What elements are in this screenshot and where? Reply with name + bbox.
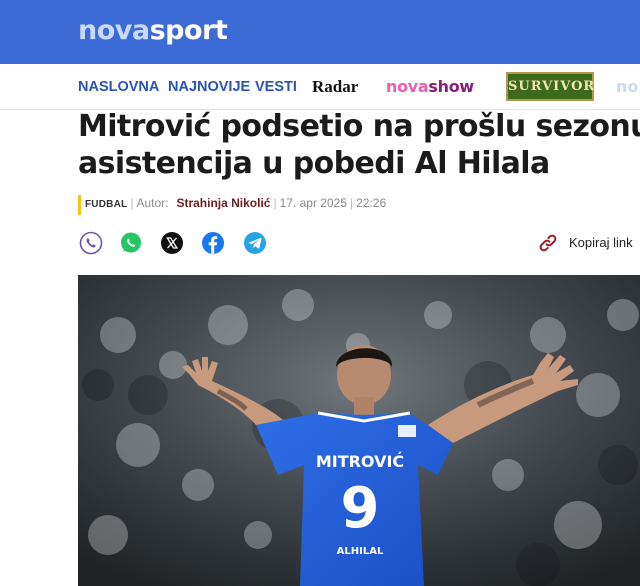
nav-item-radar[interactable]: Radar (312, 64, 358, 109)
article-headline: Mitrović podsetio na prošlu sezonu, asis… (78, 108, 640, 182)
article-meta: FUDBAL | Autor: Strahinja Nikolić | 17. apr 2… (78, 193, 387, 215)
nav-item-novashow[interactable]: novashow (386, 64, 474, 109)
logo-text-nova: nova (78, 15, 150, 46)
category-badge[interactable]: FUDBAL (78, 195, 127, 215)
logo-text-sport: sport (149, 15, 228, 46)
link-icon (539, 234, 557, 252)
viber-icon[interactable] (79, 231, 103, 255)
copy-link-label: Kopiraj link (569, 235, 633, 250)
headline-line-2: asistencija u pobedi Al Hilala (78, 146, 550, 181)
x-icon[interactable] (160, 231, 184, 255)
whatsapp-icon[interactable] (119, 231, 143, 255)
telegram-icon[interactable] (243, 231, 267, 255)
novashow-text-nova: nova (386, 77, 429, 96)
jersey-name: MITROVIĆ (316, 452, 404, 471)
nav-item-survivor[interactable]: SURVIVOR (506, 72, 594, 101)
nav-item-najnovije[interactable]: NAJNOVIJE (168, 64, 250, 109)
nav-item-vesti[interactable]: VESTI (255, 64, 297, 109)
author-name[interactable]: Strahinja Nikolić (176, 196, 270, 210)
site-header: novasport (0, 0, 640, 64)
meta-separator: | (130, 196, 134, 210)
nav-item-truncated[interactable]: no (616, 64, 638, 109)
novasport-logo[interactable]: novasport (78, 15, 228, 47)
jersey-sponsor: ALHILAL (337, 546, 384, 557)
publish-date: 17. apr 2025 (279, 196, 347, 210)
publish-time: 22:26 (356, 196, 387, 210)
main-nav: NASLOVNA NAJNOVIJE VESTI Radar novashow … (0, 64, 640, 110)
meta-separator: | (350, 196, 354, 210)
nav-item-naslovna[interactable]: NASLOVNA (78, 64, 159, 109)
meta-separator: | (273, 196, 277, 210)
article-hero-image: MITROVIĆ 9 ALHILAL (78, 275, 640, 586)
author-label: Autor: (136, 196, 169, 210)
facebook-icon[interactable] (201, 231, 225, 255)
jersey-number: 9 (341, 476, 380, 541)
headline-line-1: Mitrović podsetio na prošlu sezonu, (78, 109, 640, 144)
novashow-text-show: show (428, 77, 474, 96)
